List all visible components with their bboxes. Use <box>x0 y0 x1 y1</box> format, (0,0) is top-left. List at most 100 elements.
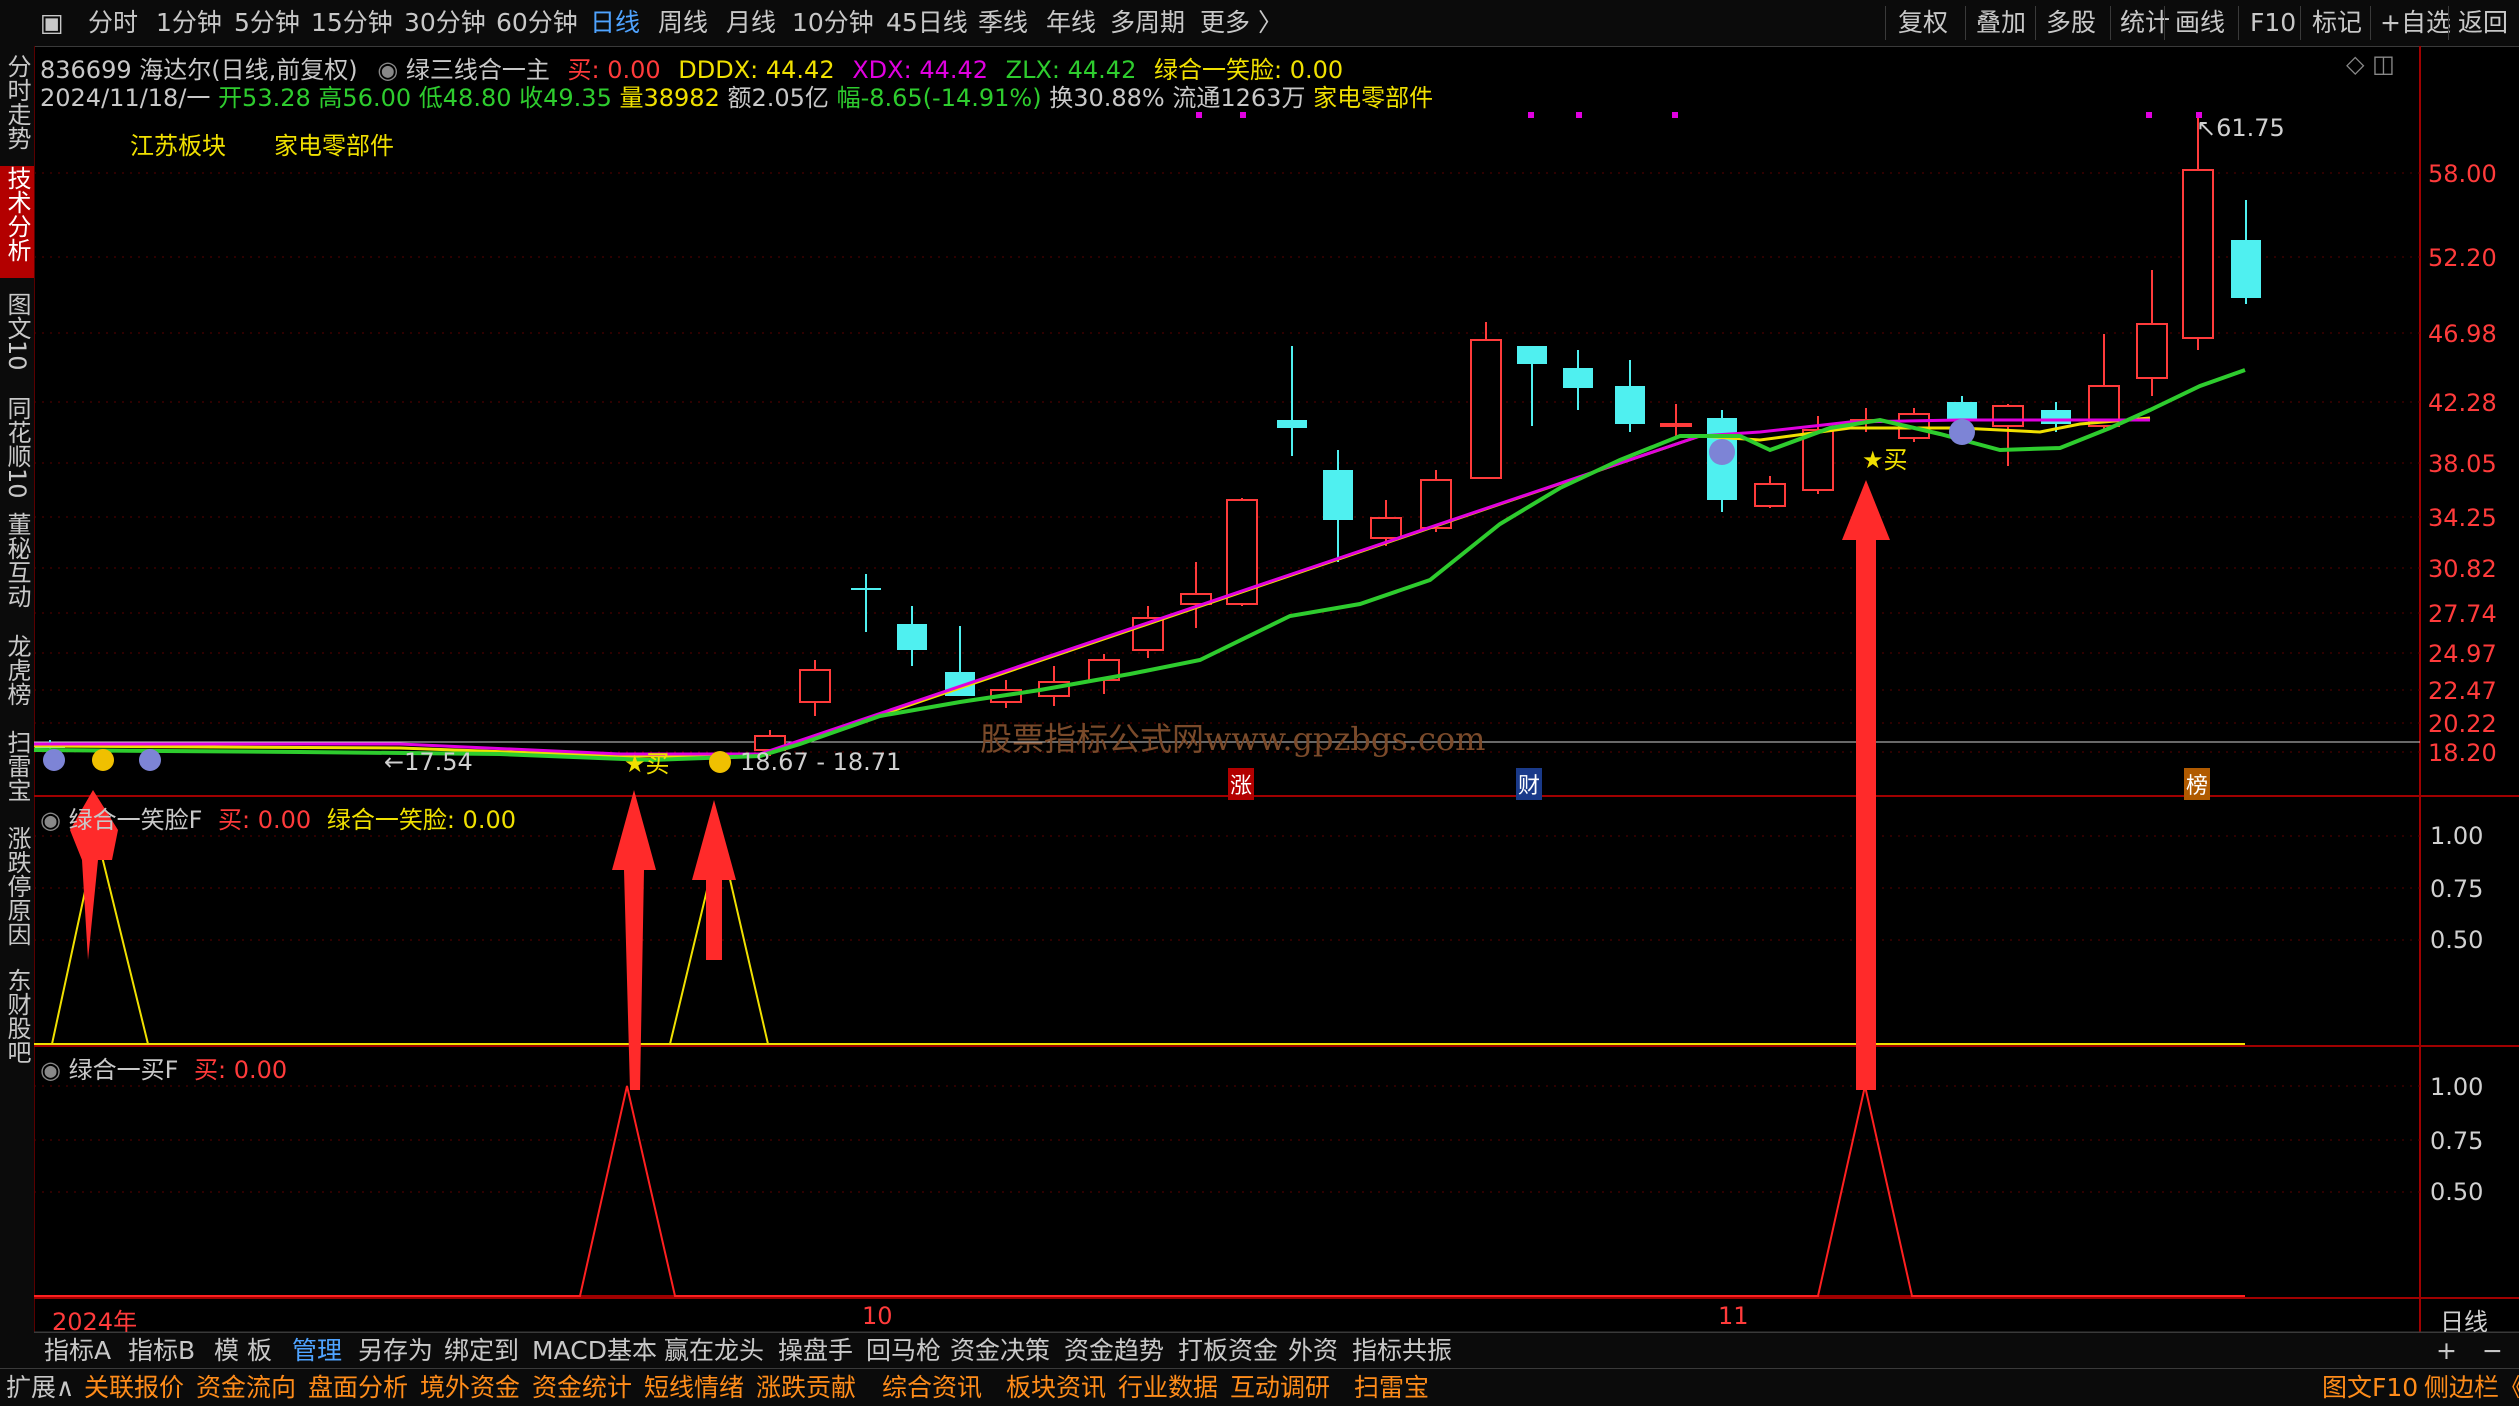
tab-manage[interactable]: 管理 <box>292 1335 342 1367</box>
red-arrows <box>70 480 1890 1090</box>
tab-indicator-a[interactable]: 指标A <box>44 1335 111 1367</box>
min-price-label: ←17.54 <box>384 748 473 776</box>
candle-body <box>2136 323 2168 379</box>
bang-badge[interactable]: 榜 <box>2184 768 2211 800</box>
panel2-header: ◉ 绿合一笑脸F 买: 0.00 绿合一笑脸: 0.00 <box>40 800 516 835</box>
candle-body <box>2041 410 2071 424</box>
nav-interactive-research[interactable]: 互动调研 <box>1230 1371 1330 1404</box>
time-axis-nov: 11 <box>1718 1302 1749 1330</box>
nav-sidebar-toggle[interactable]: 侧边栏《 <box>2424 1371 2519 1404</box>
nav-foreign-capital[interactable]: 境外资金 <box>420 1371 520 1404</box>
min-price-value: 17.54 <box>404 748 473 776</box>
buy-signal-line <box>34 1085 2245 1297</box>
panel2-tick: 1.00 <box>2430 822 2484 850</box>
bottom-nav: 扩展∧ 关联报价 资金流向 盘面分析 境外资金 资金统计 短线情绪 涨跌贡献 综… <box>0 1368 2519 1406</box>
price-tick: 42.28 <box>2428 389 2497 417</box>
price-tick: 18.20 <box>2428 739 2497 767</box>
panel3-tick: 0.75 <box>2430 1127 2484 1155</box>
candle-body <box>1323 470 1353 520</box>
price-tick: 38.05 <box>2428 450 2497 478</box>
candle-body <box>1370 517 1402 539</box>
price-tick: 34.25 <box>2428 504 2497 532</box>
region-tag[interactable]: 江苏板块 <box>130 126 226 161</box>
candle-body <box>1470 339 1502 479</box>
tab-gongzhen[interactable]: 指标共振 <box>1352 1335 1452 1367</box>
panel3-tick: 0.50 <box>2430 1178 2484 1206</box>
nav-sector-news[interactable]: 板块资讯 <box>1006 1371 1106 1404</box>
volume-value: 量38982 <box>619 84 720 112</box>
candle-body <box>1615 386 1645 424</box>
panel3-buy: 买: 0.00 <box>194 1056 288 1084</box>
candle-body <box>1277 420 1307 428</box>
panel2-title[interactable]: 绿合一笑脸F <box>69 806 203 834</box>
nav-related-quotes[interactable]: 关联报价 <box>84 1371 184 1404</box>
candle-body <box>1947 402 1977 420</box>
candle-body <box>1660 423 1692 427</box>
kline-chart[interactable] <box>0 0 2519 1405</box>
panel2-tick: 0.75 <box>2430 875 2484 903</box>
panel3-toggle-icon[interactable]: ◉ <box>40 1056 61 1084</box>
tab-macd[interactable]: MACD基本 <box>532 1335 657 1367</box>
expand-button[interactable]: 扩展∧ <box>6 1371 74 1404</box>
tab-daban-zijin[interactable]: 打板资金 <box>1178 1335 1278 1367</box>
zoom-in-button[interactable]: + <box>2436 1335 2457 1367</box>
nav-news[interactable]: 综合资讯 <box>882 1371 982 1404</box>
price-tick: 27.74 <box>2428 600 2497 628</box>
tab-save-as[interactable]: 另存为 <box>358 1335 433 1367</box>
price-tick: 30.82 <box>2428 555 2497 583</box>
candle-body <box>1802 429 1834 491</box>
candle-body <box>897 624 927 650</box>
nav-capital-stats[interactable]: 资金统计 <box>532 1371 632 1404</box>
panel2-buy: 买: 0.00 <box>218 806 312 834</box>
zhang-badge[interactable]: 涨 <box>1228 768 1255 800</box>
nav-short-sentiment[interactable]: 短线情绪 <box>644 1371 744 1404</box>
candle-body <box>1992 405 2024 427</box>
chart-options-icons[interactable]: ◇ ◫ <box>2346 50 2395 78</box>
zoom-out-button[interactable]: − <box>2482 1335 2503 1367</box>
tab-zijin-qushi[interactable]: 资金趋势 <box>1064 1335 1164 1367</box>
candle-body <box>799 669 831 703</box>
tab-huimaqiang[interactable]: 回马枪 <box>866 1335 941 1367</box>
panel2-toggle-icon[interactable]: ◉ <box>40 806 61 834</box>
bar-date: 2024/11/18/一 <box>40 84 211 112</box>
max-price-label: ↖61.75 <box>2196 114 2285 142</box>
candlesticks <box>35 114 2261 756</box>
nav-f10[interactable]: 图文F10 <box>2322 1371 2418 1404</box>
nav-panel-analysis[interactable]: 盘面分析 <box>308 1371 408 1404</box>
change-value: 幅-8.65(-14.91%) <box>836 84 1042 112</box>
cai-badge[interactable]: 财 <box>1516 768 1543 800</box>
close-value: 收49.35 <box>519 84 612 112</box>
candle-body <box>2182 169 2214 339</box>
time-axis-oct: 10 <box>862 1302 893 1330</box>
smile-signal-line <box>51 835 2245 1045</box>
panel3-header: ◉ 绿合一买F 买: 0.00 <box>40 1050 287 1085</box>
tab-indicator-b[interactable]: 指标B <box>128 1335 195 1367</box>
candle-body <box>1563 368 1593 388</box>
tab-waizi[interactable]: 外资 <box>1288 1335 1338 1367</box>
nav-capital-flow[interactable]: 资金流向 <box>196 1371 296 1404</box>
tab-yingzai[interactable]: 赢在龙头 <box>664 1335 764 1367</box>
nav-saoleibao[interactable]: 扫雷宝 <box>1354 1371 1429 1404</box>
tab-caopanshou[interactable]: 操盘手 <box>778 1335 853 1367</box>
turnover-value: 换30.88% <box>1049 84 1165 112</box>
max-price-value: 61.75 <box>2216 114 2285 142</box>
industry-tag[interactable]: 家电零部件 <box>274 126 394 161</box>
price-tick: 22.47 <box>2428 677 2497 705</box>
price-tick: 20.22 <box>2428 710 2497 738</box>
tab-zijin-juece[interactable]: 资金决策 <box>950 1335 1050 1367</box>
nav-contribution[interactable]: 涨跌贡献 <box>756 1371 856 1404</box>
panel3-title[interactable]: 绿合一买F <box>69 1056 179 1084</box>
buy-marker-1: ★买 <box>624 750 670 778</box>
tab-template[interactable]: 模 板 <box>214 1335 272 1367</box>
panel2-smile: 绿合一笑脸: 0.00 <box>326 806 516 834</box>
ma-green-line <box>33 368 2246 763</box>
buy-marker-2: ★买 <box>1862 446 1908 474</box>
amount-value: 额2.05亿 <box>727 84 829 112</box>
nav-industry-data[interactable]: 行业数据 <box>1118 1371 1218 1404</box>
candle-body <box>851 588 881 590</box>
panel2-tick: 0.50 <box>2430 926 2484 954</box>
price-tick: 46.98 <box>2428 320 2497 348</box>
candle-body <box>1517 346 1547 364</box>
float-value: 流通1263万 <box>1172 84 1306 112</box>
tab-bind-to[interactable]: 绑定到 <box>444 1335 519 1367</box>
